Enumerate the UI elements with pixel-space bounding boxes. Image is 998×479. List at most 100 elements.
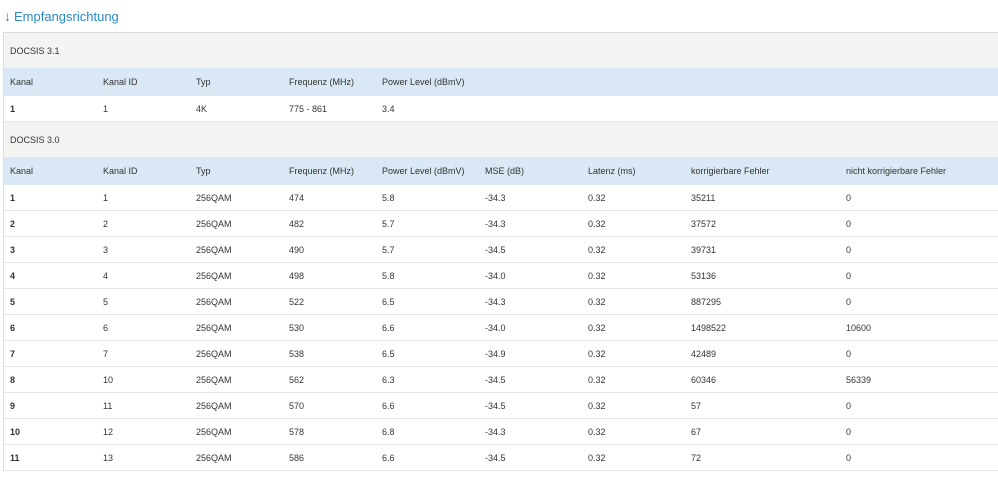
table-row: 8 10 256QAM 562 6.3 -34.5 0.32 60346 56339 [4, 366, 998, 393]
table-cell: -34.5 [479, 236, 582, 263]
group-header-row: DOCSIS 3.0 [4, 121, 998, 157]
table-cell: -34.5 [479, 366, 582, 393]
table-cell: 35211 [685, 185, 840, 211]
table-row: 7 7 256QAM 538 6.5 -34.9 0.32 42489 0 [4, 340, 998, 367]
table-cell: 39731 [685, 236, 840, 263]
table-cell: -34.0 [479, 262, 582, 289]
table-cell: 570 [283, 392, 376, 419]
table-cell: 522 [283, 288, 376, 315]
table-cell: 5.8 [376, 185, 479, 211]
table-cell: 10 [4, 418, 97, 445]
table-cell: 0.32 [582, 444, 685, 471]
column-header [685, 68, 840, 96]
column-header [840, 68, 998, 96]
table-cell: 5.7 [376, 210, 479, 237]
table-cell: 6.6 [376, 392, 479, 419]
table-cell: 887295 [685, 288, 840, 315]
table-cell: 7 [97, 340, 190, 367]
column-header: korrigierbare Fehler [685, 157, 840, 185]
column-header: MSE (dB) [479, 157, 582, 185]
table-cell: 474 [283, 185, 376, 211]
table-cell: 256QAM [190, 262, 283, 289]
table-cell: 10 [97, 366, 190, 393]
column-header: Power Level (dBmV) [376, 157, 479, 185]
table-cell: 586 [283, 444, 376, 471]
table-cell: 0.32 [582, 340, 685, 367]
table-cell: 0 [840, 210, 998, 237]
table-cell: 0 [840, 392, 998, 419]
downstream-table: DOCSIS 3.1 Kanal Kanal ID Typ Frequenz (MHz)… [4, 32, 998, 471]
table-cell: 13 [97, 444, 190, 471]
table-cell: 67 [685, 418, 840, 445]
column-header: Kanal ID [97, 68, 190, 96]
table-cell: 1498522 [685, 314, 840, 341]
table-cell: 0.32 [582, 314, 685, 341]
table-cell: 498 [283, 262, 376, 289]
table-cell: 256QAM [190, 340, 283, 367]
table-cell: 5.8 [376, 262, 479, 289]
table-cell: 562 [283, 366, 376, 393]
table-row: 6 6 256QAM 530 6.6 -34.0 0.32 1498522 10600 [4, 314, 998, 341]
table-row: 1 1 256QAM 474 5.8 -34.3 0.32 35211 0 [4, 185, 998, 211]
table-cell: -34.3 [479, 418, 582, 445]
table-row: 10 12 256QAM 578 6.8 -34.3 0.32 67 0 [4, 418, 998, 445]
table-cell [840, 96, 998, 122]
table-cell: 11 [4, 444, 97, 471]
table-cell: 12 [97, 418, 190, 445]
table-cell: -34.0 [479, 314, 582, 341]
table-cell: 6.6 [376, 444, 479, 471]
table-cell: 256QAM [190, 392, 283, 419]
table-cell: 56339 [840, 366, 998, 393]
table-cell: -34.5 [479, 392, 582, 419]
table-cell: 490 [283, 236, 376, 263]
table-cell: 482 [283, 210, 376, 237]
table-cell: 5.7 [376, 236, 479, 263]
table-cell: 0 [840, 185, 998, 211]
table-row: 5 5 256QAM 522 6.5 -34.3 0.32 887295 0 [4, 288, 998, 315]
table-cell: 6 [97, 314, 190, 341]
table-cell: 0.32 [582, 236, 685, 263]
table-cell: 0.32 [582, 288, 685, 315]
table-cell: 256QAM [190, 210, 283, 237]
table-cell [685, 96, 840, 122]
group-title: DOCSIS 3.1 [4, 32, 998, 68]
table-cell: 6.5 [376, 288, 479, 315]
table-cell: 37572 [685, 210, 840, 237]
table-cell: 1 [97, 96, 190, 122]
table-row: 4 4 256QAM 498 5.8 -34.0 0.32 53136 0 [4, 262, 998, 289]
table-cell: 0 [840, 418, 998, 445]
table-row: 9 11 256QAM 570 6.6 -34.5 0.32 57 0 [4, 392, 998, 419]
table-cell: 256QAM [190, 288, 283, 315]
column-header: Frequenz (MHz) [283, 157, 376, 185]
table-cell: 0.32 [582, 392, 685, 419]
table-cell [479, 96, 582, 122]
table-cell: 256QAM [190, 366, 283, 393]
column-header: Kanal ID [97, 157, 190, 185]
table-cell: 256QAM [190, 236, 283, 263]
column-header: Latenz (ms) [582, 157, 685, 185]
table-cell: -34.9 [479, 340, 582, 367]
column-header-row: Kanal Kanal ID Typ Frequenz (MHz) Power Leve… [4, 68, 998, 96]
table-cell: 4 [97, 262, 190, 289]
table-cell: 6 [4, 314, 97, 341]
section-header[interactable]: ↓ Empfangsrichtung [4, 6, 119, 26]
table-cell: 5 [97, 288, 190, 315]
group-title: DOCSIS 3.0 [4, 121, 998, 157]
table-cell: 0 [840, 236, 998, 263]
section-title[interactable]: Empfangsrichtung [14, 9, 119, 24]
table-cell: 0 [840, 288, 998, 315]
table-cell: 538 [283, 340, 376, 367]
downstream-table-container: DOCSIS 3.1 Kanal Kanal ID Typ Frequenz (MHz)… [3, 32, 998, 471]
column-header: Typ [190, 157, 283, 185]
table-cell: 530 [283, 314, 376, 341]
column-header-row: Kanal Kanal ID Typ Frequenz (MHz) Power Leve… [4, 157, 998, 185]
table-cell: 0.32 [582, 185, 685, 211]
table-cell: 1 [4, 185, 97, 211]
table-cell: 0 [840, 444, 998, 471]
table-cell: 4 [4, 262, 97, 289]
column-header: Kanal [4, 68, 97, 96]
table-cell: 0.32 [582, 210, 685, 237]
table-cell: 42489 [685, 340, 840, 367]
table-cell: 10600 [840, 314, 998, 341]
table-cell: 256QAM [190, 444, 283, 471]
